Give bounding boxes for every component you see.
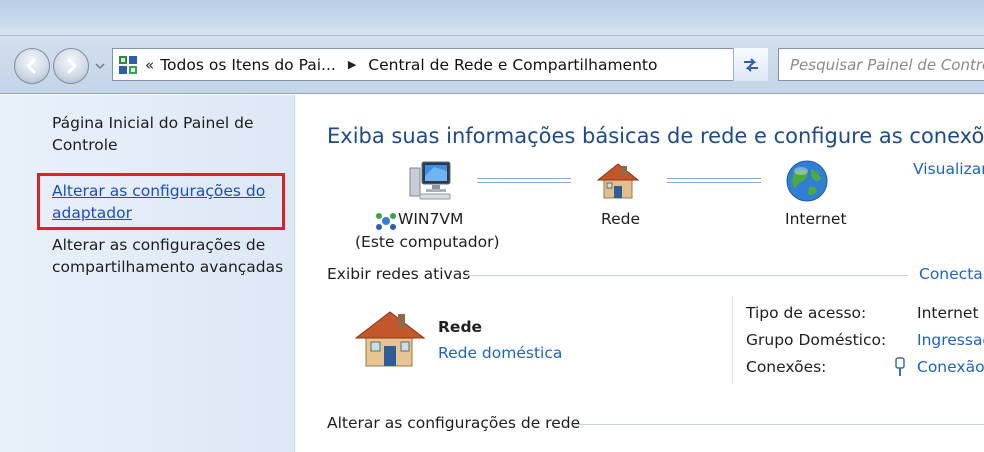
active-networks-title: Exibir redes ativas bbox=[327, 265, 471, 283]
section-divider bbox=[465, 275, 908, 276]
section-divider bbox=[574, 424, 984, 425]
computer-name-label: WIN7VM bbox=[398, 210, 464, 228]
computer-icon[interactable] bbox=[406, 158, 454, 202]
connection-line-computer-network bbox=[477, 178, 571, 183]
network-map-label: Rede bbox=[601, 210, 640, 228]
forward-button[interactable] bbox=[53, 48, 89, 84]
access-type-label: Tipo de acesso: bbox=[746, 304, 867, 322]
arrow-right-icon bbox=[67, 58, 77, 74]
connect-link[interactable]: Conectar bbox=[919, 265, 984, 283]
home-network-large-icon bbox=[354, 311, 426, 367]
sidebar-item-control-panel-home[interactable]: Página Inicial do Painel de Controle bbox=[52, 112, 288, 156]
sidebar-item-advanced-sharing-settings[interactable]: Alterar as configurações de compartilham… bbox=[52, 234, 288, 278]
active-network-name: Rede bbox=[438, 318, 483, 336]
arrow-left-icon bbox=[26, 58, 36, 74]
breadcrumb-separator-icon[interactable]: ▶ bbox=[348, 58, 356, 71]
connections-label: Conexões: bbox=[746, 358, 827, 376]
domain-network-icon bbox=[376, 213, 396, 230]
breadcrumb-all-items[interactable]: Todos os Itens do Pai... bbox=[160, 56, 336, 74]
refresh-icon bbox=[744, 57, 758, 72]
globe-internet-icon[interactable] bbox=[784, 158, 830, 204]
navigation-toolbar: « Todos os Itens do Pai... ▶ Central de … bbox=[0, 0, 984, 94]
house-network-icon[interactable] bbox=[594, 160, 642, 200]
title-bar bbox=[0, 0, 984, 36]
control-panel-icon bbox=[113, 49, 143, 80]
recent-pages-dropdown-icon[interactable] bbox=[94, 60, 106, 72]
highlight-annotation-box bbox=[37, 173, 285, 230]
back-button[interactable] bbox=[14, 48, 50, 84]
page-title: Exiba suas informações básicas de rede e… bbox=[327, 124, 984, 148]
details-divider bbox=[732, 296, 733, 384]
access-type-value: Internet bbox=[917, 304, 979, 322]
ethernet-connection-icon bbox=[895, 357, 905, 376]
computer-sub-label: (Este computador) bbox=[355, 233, 500, 251]
change-network-settings-title: Alterar as configurações de rede bbox=[327, 414, 581, 432]
connection-link[interactable]: Conexão bbox=[917, 358, 984, 376]
search-input[interactable]: Pesquisar Painel de Controle bbox=[778, 48, 984, 81]
homegroup-link[interactable]: Ingressado bbox=[917, 331, 984, 349]
refresh-button[interactable] bbox=[733, 48, 768, 81]
address-bar[interactable]: « Todos os Itens do Pai... ▶ Central de … bbox=[112, 48, 768, 81]
breadcrumb-network-center[interactable]: Central de Rede e Compartilhamento bbox=[368, 56, 657, 74]
homegroup-label: Grupo Doméstico: bbox=[746, 331, 887, 349]
see-full-map-link[interactable]: Visualizar bbox=[913, 160, 984, 178]
internet-map-label: Internet bbox=[785, 210, 847, 228]
network-location-link[interactable]: Rede doméstica bbox=[438, 344, 562, 362]
connection-line-network-internet bbox=[667, 178, 761, 183]
address-overflow-chevron[interactable]: « bbox=[145, 56, 154, 74]
